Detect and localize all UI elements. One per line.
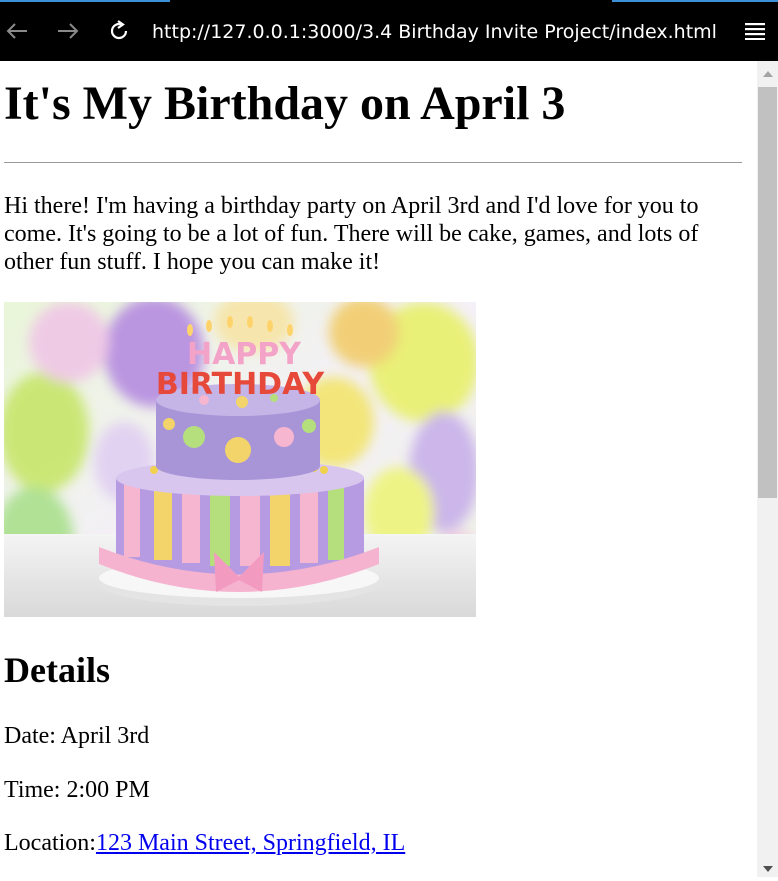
horizontal-rule — [4, 162, 742, 163]
toolbar-accent-line — [0, 0, 170, 2]
forward-button[interactable] — [53, 16, 83, 46]
arrow-left-icon — [6, 23, 27, 39]
triangle-up-icon — [762, 70, 773, 77]
candle-letters-birthday: BIRTHDAY — [156, 367, 326, 402]
page-title: It's My Birthday on April 3 — [4, 77, 566, 130]
vertical-scrollbar[interactable] — [757, 61, 778, 877]
location-link[interactable]: 123 Main Street, Springfield, IL — [96, 830, 405, 856]
arrow-right-icon — [58, 23, 79, 39]
page-viewport: It's My Birthday on April 3 Hi there! I'… — [0, 61, 757, 877]
intro-paragraph: Hi there! I'm having a birthday party on… — [4, 193, 699, 275]
reload-icon — [110, 20, 128, 40]
reload-button[interactable] — [104, 16, 134, 46]
detail-time: Time: 2:00 PM — [4, 777, 150, 803]
detail-location: Location:123 Main Street, Springfield, I… — [4, 828, 405, 858]
detail-date: Date: April 3rd — [4, 723, 150, 749]
scroll-down-button[interactable] — [757, 857, 778, 881]
birthday-cake-image: HAPPY BIRTHDAY — [4, 302, 476, 617]
location-label: Location: — [4, 830, 96, 856]
browser-toolbar: http://127.0.0.1:3000/3.4 Birthday Invit… — [0, 0, 778, 61]
scrollbar-thumb[interactable] — [758, 87, 777, 498]
back-button[interactable] — [2, 16, 32, 46]
address-bar[interactable]: http://127.0.0.1:3000/3.4 Birthday Invit… — [152, 19, 717, 45]
toolbar-accent-line — [612, 0, 778, 2]
details-heading: Details — [4, 650, 110, 690]
hamburger-menu-icon — [745, 23, 765, 40]
scroll-up-button[interactable] — [757, 61, 778, 85]
menu-button[interactable] — [740, 16, 770, 46]
triangle-down-icon — [762, 865, 773, 872]
